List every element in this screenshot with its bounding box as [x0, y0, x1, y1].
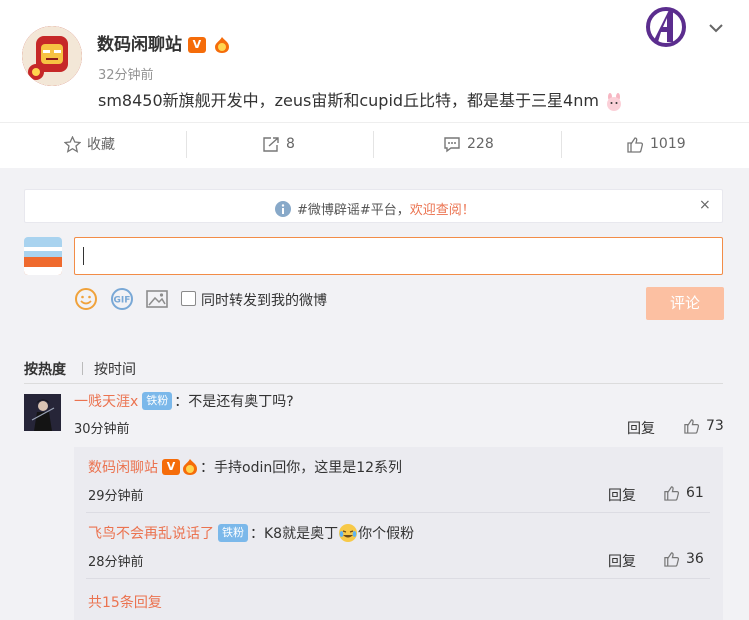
text-caret	[83, 247, 84, 265]
post-content: sm8450新旗舰开发中，zeus宙斯和cupid丘比特，都是基于三星4nm	[98, 87, 624, 112]
repost-button[interactable]: 8	[262, 126, 295, 162]
divider	[86, 512, 710, 513]
comment-icon	[444, 136, 460, 152]
commenter-avatar[interactable]	[24, 394, 61, 431]
post-time: 32分钟前	[98, 68, 154, 83]
fan-level-icon	[214, 37, 229, 53]
favorite-label: 收藏	[87, 137, 115, 153]
thumbs-up-icon	[684, 419, 700, 434]
author-avatar[interactable]	[22, 26, 82, 86]
emoji-icon[interactable]	[74, 287, 98, 311]
fan-badge: 铁粉	[218, 524, 248, 542]
action-separator	[561, 131, 562, 158]
repost-icon	[263, 136, 279, 152]
comment-like-count: 73	[706, 418, 724, 434]
comment-time: 30分钟前	[74, 422, 130, 437]
post-text: sm8450新旗舰开发中，zeus宙斯和cupid丘比特，都是基于三星4nm	[98, 91, 599, 110]
laugh-cry-emoji-icon	[339, 524, 358, 542]
more-replies-link[interactable]: 共15条回复	[88, 592, 162, 612]
bunny-emoji-icon	[607, 92, 622, 111]
divider	[24, 383, 723, 384]
reply-line: 数码闲聊站 V ：手持odin回你，这里是12系列	[88, 457, 402, 477]
fan-badge: 铁粉	[142, 392, 173, 410]
reply-time: 29分钟前	[88, 489, 144, 504]
comment-input[interactable]	[74, 237, 723, 275]
ironman-avatar-icon	[22, 26, 82, 86]
anime-avatar-icon	[24, 394, 61, 431]
notice-content: #微博辟谣#平台， 欢迎查阅！	[275, 199, 475, 218]
submit-comment-button[interactable]: 评论	[646, 287, 724, 320]
verified-badge: V	[187, 37, 206, 53]
thumbs-up-icon	[627, 136, 644, 153]
thumbs-up-icon	[664, 486, 680, 501]
reply-time: 28分钟前	[88, 555, 144, 570]
notice-link[interactable]: 欢迎查阅！	[410, 199, 475, 218]
thumbs-up-icon	[664, 552, 680, 567]
repost-count: 8	[286, 136, 295, 152]
notice-text: #微博辟谣#平台，	[297, 203, 410, 218]
reply-line: 飞鸟不会再乱说话了 铁粉 ：K8就是奥丁 你个假粉	[88, 523, 414, 543]
my-avatar	[24, 237, 62, 275]
author-name[interactable]: 数码闲聊站	[97, 35, 182, 55]
reply-like-count: 36	[686, 551, 704, 567]
default-avatar-icon	[24, 237, 62, 275]
image-icon[interactable]	[145, 287, 169, 311]
info-icon	[275, 200, 291, 217]
like-button[interactable]: 1019	[626, 126, 686, 162]
reply-text: ：K8就是奥丁	[250, 526, 339, 542]
fan-level-icon	[183, 459, 197, 475]
reply-like-count: 61	[686, 485, 704, 501]
action-separator	[186, 131, 187, 158]
comment-button[interactable]: 228	[443, 126, 494, 162]
sync-checkbox[interactable]	[181, 291, 196, 306]
reply-button[interactable]: 回复	[627, 418, 655, 438]
avengers-logo-icon	[646, 7, 686, 47]
reply-button[interactable]: 回复	[608, 551, 636, 571]
comment-like-button[interactable]: 73	[683, 418, 724, 434]
commenter-name[interactable]: 一贱天涯x	[74, 391, 138, 411]
comment-text: ：不是还有奥丁吗?	[174, 394, 294, 410]
comment-count: 228	[467, 136, 494, 152]
replier-name[interactable]: 数码闲聊站	[88, 457, 158, 477]
favorite-button[interactable]: 收藏	[64, 126, 115, 162]
replier-name[interactable]: 飞鸟不会再乱说话了	[88, 523, 214, 543]
sort-by-time-tab[interactable]: 按时间	[94, 359, 136, 379]
sync-label: 同时转发到我的微博	[201, 293, 327, 309]
reply-text: ：手持odin回你，这里是12系列	[200, 460, 403, 476]
reply-like-button[interactable]: 36	[663, 551, 704, 567]
gif-icon[interactable]: GIF	[110, 287, 134, 311]
sort-separator	[82, 362, 83, 375]
post-author[interactable]: 数码闲聊站 V	[97, 30, 232, 55]
star-icon	[64, 135, 81, 153]
divider	[86, 578, 710, 579]
comment-line: 一贱天涯x 铁粉 ：不是还有奥丁吗?	[74, 391, 294, 411]
sort-by-hot-tab[interactable]: 按热度	[24, 359, 66, 379]
close-icon[interactable]: ×	[699, 197, 711, 213]
chevron-down-icon[interactable]	[708, 22, 724, 34]
like-count: 1019	[650, 136, 686, 152]
reply-text-suffix: 你个假粉	[358, 526, 415, 542]
reply-like-button[interactable]: 61	[663, 485, 704, 501]
action-separator	[373, 131, 374, 158]
rumor-notice: #微博辟谣#平台， 欢迎查阅！ ×	[24, 189, 723, 223]
verified-badge: V	[162, 459, 180, 475]
divider	[0, 122, 749, 123]
reply-button[interactable]: 回复	[608, 485, 636, 505]
svg-text:GIF: GIF	[114, 296, 131, 306]
